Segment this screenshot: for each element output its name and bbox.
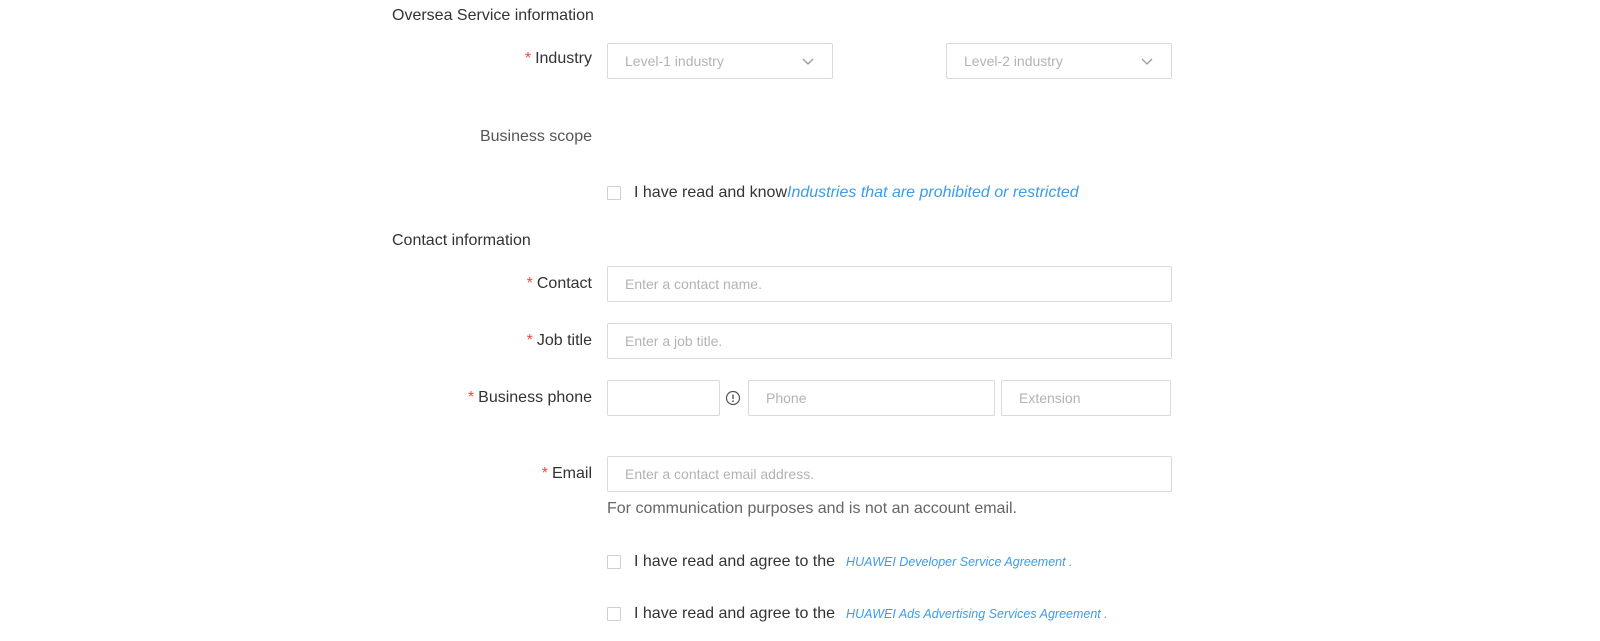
required-mark: * [526,275,533,292]
phone-extension-placeholder: Extension [1019,390,1081,406]
level2-industry-select[interactable]: Level-2 industry [946,43,1172,79]
job-title-label: * Job title [527,332,592,350]
restriction-agreement-row: I have read and know Industries that are … [607,184,1079,202]
required-mark: * [524,50,532,67]
oversea-section-title: Oversea Service information [392,7,594,24]
restriction-agreement-checkbox[interactable] [607,186,621,200]
phone-extension-input[interactable]: Extension [1001,380,1171,416]
developer-agreement-text: I have read and agree to the [634,553,836,570]
job-title-placeholder: Enter a job title. [625,333,723,349]
info-icon[interactable] [725,390,741,406]
contact-label: * Contact [527,275,592,293]
ads-agreement-row: I have read and agree to the HUAWEI Ads A… [607,605,1108,623]
ads-advertising-agreement-link[interactable]: HUAWEI Ads Advertising Services Agreemen… [846,607,1108,621]
developer-agreement-row: I have read and agree to the HUAWEI Devel… [607,553,1073,571]
restriction-agreement-text: I have read and know [634,184,787,201]
required-mark: * [526,332,533,349]
ads-agreement-text: I have read and agree to the [634,605,836,622]
email-label: * Email [542,465,592,483]
phone-number-input[interactable]: Phone [748,380,995,416]
level1-industry-select[interactable]: Level-1 industry [607,43,833,79]
email-input[interactable]: Enter a contact email address. [607,456,1172,492]
contact-name-input[interactable]: Enter a contact name. [607,266,1172,302]
registration-form-page: Oversea Service information * Industry Le… [0,0,1600,641]
contact-label-text: Contact [536,275,592,292]
email-hint-text: For communication purposes and is not an… [607,500,1017,517]
email-label-text: Email [551,465,592,482]
contact-name-placeholder: Enter a contact name. [625,276,762,292]
job-title-input[interactable]: Enter a job title. [607,323,1172,359]
developer-service-agreement-link[interactable]: HUAWEI Developer Service Agreement . [846,555,1072,569]
restricted-industries-link[interactable]: Industries that are prohibited or restri… [787,184,1079,202]
chevron-down-icon [801,54,815,68]
required-mark: * [467,389,475,406]
industry-label-text: Industry [535,50,592,67]
phone-number-placeholder: Phone [766,390,807,406]
level2-industry-placeholder: Level-2 industry [964,53,1063,69]
business-scope-label: Business scope [479,128,592,145]
phone-country-code-input[interactable] [607,380,720,416]
contact-section-title: Contact information [392,232,531,249]
required-mark: * [541,465,548,482]
level1-industry-placeholder: Level-1 industry [625,53,724,69]
developer-agreement-checkbox[interactable] [607,555,621,569]
job-title-label-text: Job title [536,332,592,349]
ads-agreement-checkbox[interactable] [607,607,621,621]
email-placeholder: Enter a contact email address. [625,466,815,482]
chevron-down-icon [1140,54,1154,68]
business-phone-label: * Business phone [468,389,592,407]
industry-label: * Industry [525,50,592,68]
business-phone-label-text: Business phone [478,389,592,406]
